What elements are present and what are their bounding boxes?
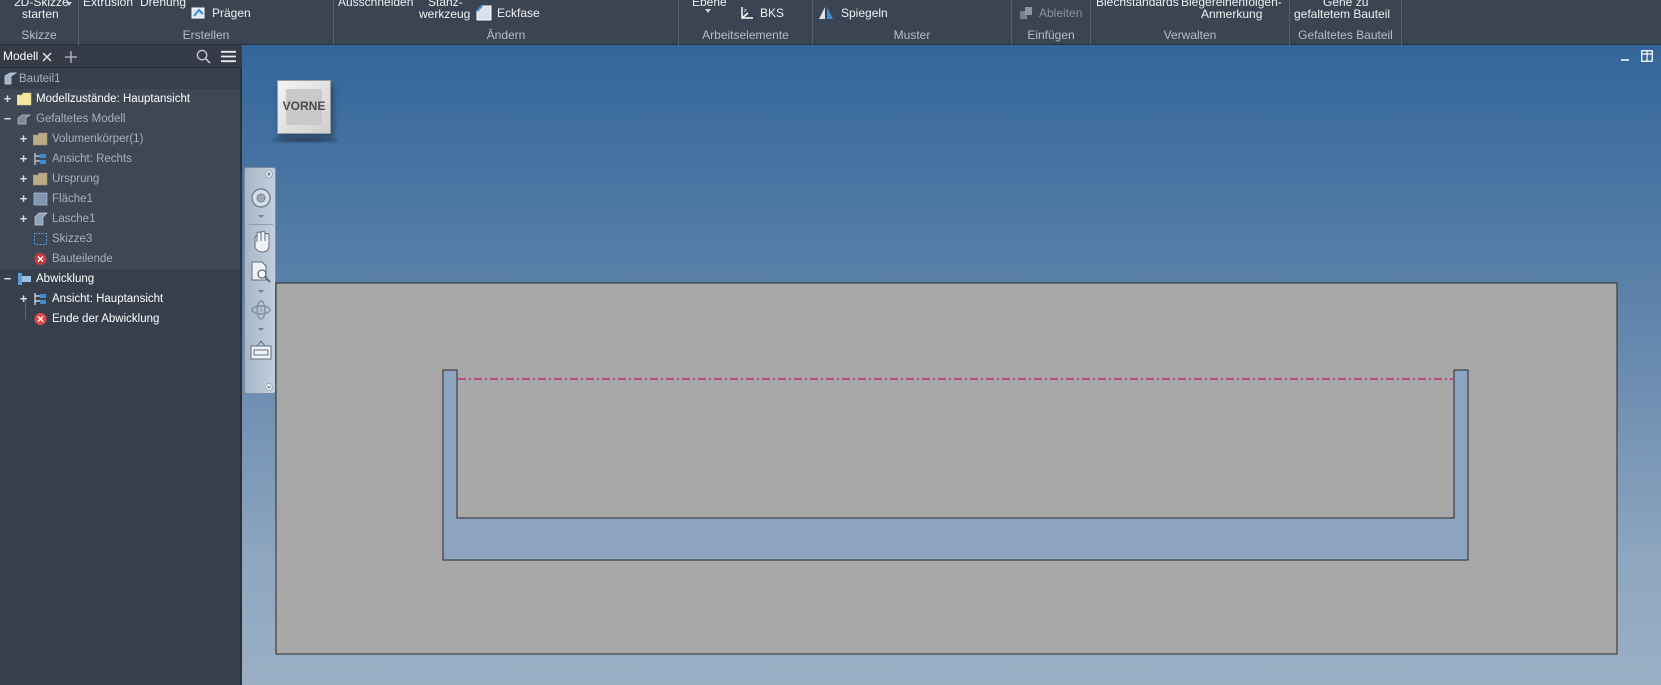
folded-model-icon [17, 114, 32, 125]
corner-chamfer-button[interactable]: Eckfase [497, 6, 540, 20]
face-feature-icon [33, 192, 48, 206]
tree-item-label: Volumenkörper(1) [52, 133, 144, 145]
folder-icon [17, 92, 32, 106]
search-icon[interactable] [196, 49, 211, 64]
tree-item-ansicht-hauptansicht[interactable]: + Ansicht: Hauptansicht [0, 289, 240, 309]
graphics-viewport[interactable]: VORNE [242, 45, 1661, 685]
panel-title-einfuegen: Einfügen [1027, 28, 1075, 42]
tree-item-lasche1[interactable]: + Lasche1 [0, 209, 240, 229]
expand-icon[interactable]: + [18, 152, 29, 165]
tree-item-ende-der-abwicklung[interactable]: Ende der Abwicklung [0, 309, 240, 329]
flat-pattern-canvas [275, 282, 1618, 655]
derive-button[interactable]: Ableiten [1039, 6, 1082, 20]
folder-icon [33, 132, 48, 146]
expand-icon[interactable]: + [18, 192, 29, 205]
tree-item-flaeche1[interactable]: + Fläche1 [0, 189, 240, 209]
tree-item-label: Ende der Abwicklung [52, 313, 160, 325]
revolve-button[interactable]: Drehung [140, 0, 186, 9]
cut-button[interactable]: Ausschneiden [338, 0, 413, 9]
tree-item-label: Skizze3 [52, 233, 93, 245]
work-plane-button[interactable]: Ebene [692, 0, 727, 9]
tree-item-label: Modellzustände: Hauptansicht [36, 93, 191, 105]
expand-icon[interactable]: + [18, 212, 29, 225]
sheet-metal-defaults-button[interactable]: Blechstandards [1096, 0, 1179, 9]
extrusion-button[interactable]: Extrusion [83, 0, 133, 9]
end-of-part-icon [34, 253, 47, 265]
add-tab-icon[interactable] [65, 51, 77, 63]
tree-item-label: Ansicht: Rechts [52, 153, 132, 165]
expand-icon[interactable]: + [2, 92, 13, 105]
tree-item-bauteil1[interactable]: Bauteil1 [0, 69, 240, 89]
tree-item-label: Fläche1 [52, 193, 93, 205]
panel-arbeitselemente: Ebene z BKS Arbeitselemente [679, 0, 813, 45]
start-2d-sketch-button-line2[interactable]: starten [22, 7, 59, 21]
sheet-boundary [275, 282, 1618, 655]
bend-order-annotation-button-line2[interactable]: Anmerkung [1201, 7, 1262, 21]
panel-verwalten: Blechstandards Biegereihenfolgen- Anmerk… [1091, 0, 1290, 45]
part-icon [4, 72, 18, 85]
emboss-button[interactable]: Prägen [212, 6, 251, 20]
panel-title-verwalten: Verwalten [1163, 28, 1217, 42]
tree-item-label: Ansicht: Hauptansicht [52, 293, 164, 305]
panel-title-gefaltetes-bauteil: Gefaltetes Bauteil [1298, 28, 1393, 42]
chevron-down-icon[interactable] [66, 2, 72, 6]
collapse-icon[interactable]: − [2, 272, 13, 285]
panel-muster: Spiegeln Muster [813, 0, 1012, 45]
svg-text:z: z [744, 8, 747, 14]
tree-item-abwicklung[interactable]: − Abwicklung [0, 269, 240, 289]
tree-item-ansicht-rechts[interactable]: + Ansicht: Rechts [0, 149, 240, 169]
tree-connector [25, 299, 26, 319]
ucs-icon[interactable]: z [739, 5, 755, 21]
view-rep-icon [34, 153, 46, 165]
tree-item-label: Ursprung [52, 173, 100, 185]
chevron-down-icon[interactable] [705, 9, 711, 13]
panel-gefaltetes-bauteil: Gehe zu gefaltetem Bauteil Gefaltetes Ba… [1290, 0, 1402, 45]
tree-item-skizze3[interactable]: Skizze3 [0, 229, 240, 249]
panel-title-aendern: Ändern [486, 28, 526, 42]
flange-feature-icon [34, 212, 48, 226]
tree-item-ursprung[interactable]: + Ursprung [0, 169, 240, 189]
flat-pattern-icon [18, 273, 31, 285]
tree-item-modellzustaende[interactable]: + Modellzustände: Hauptansicht [0, 89, 240, 109]
tab-modell[interactable]: Modell [3, 49, 38, 63]
tree-item-label: Bauteilende [52, 253, 113, 265]
panel-title-skizze: Skizze [21, 28, 57, 42]
panel-title-arbeitselemente: Arbeitselemente [702, 28, 789, 42]
view-rep-icon [34, 293, 46, 305]
panel-skizze: 2D-Skizze starten Skizze [0, 0, 79, 45]
panel-title-muster: Muster [893, 28, 931, 42]
panel-aendern: Ausschneiden Stanz- werkzeug Eckfase Änd… [334, 0, 679, 45]
tree-item-label: Gefaltetes Modell [36, 113, 126, 125]
corner-chamfer-icon[interactable] [476, 5, 492, 21]
browser-tab-bar: Modell [0, 45, 242, 68]
expand-icon[interactable]: + [18, 132, 29, 145]
end-of-flat-pattern-icon [34, 313, 47, 325]
punch-tool-button-line2[interactable]: werkzeug [419, 7, 470, 21]
sketch-icon [34, 233, 47, 245]
hamburger-menu-icon[interactable] [221, 50, 236, 63]
close-icon[interactable] [42, 52, 52, 62]
panel-erstellen: Extrusion Drehung Prägen Erstellen [79, 0, 334, 45]
panel-title-erstellen: Erstellen [182, 28, 230, 42]
mirror-icon[interactable] [818, 5, 834, 21]
tree-item-label: Bauteil1 [19, 73, 61, 85]
tree-item-label: Abwicklung [36, 273, 95, 285]
tree-item-bauteilende[interactable]: Bauteilende [0, 249, 240, 269]
tree-item-gefaltetes-modell[interactable]: − Gefaltetes Modell [0, 109, 240, 129]
tree-item-label: Lasche1 [52, 213, 96, 225]
tree-item-volumenkoerper[interactable]: + Volumenkörper(1) [0, 129, 240, 149]
emboss-icon[interactable] [191, 5, 207, 21]
mirror-button[interactable]: Spiegeln [841, 6, 888, 20]
expand-icon[interactable]: + [18, 172, 29, 185]
collapse-icon[interactable]: − [2, 112, 13, 125]
derive-icon[interactable] [1018, 5, 1034, 21]
go-to-folded-part-button-line2[interactable]: gefaltetem Bauteil [1294, 7, 1390, 21]
expand-icon[interactable]: + [18, 292, 29, 305]
panel-einfuegen: Ableiten Einfügen [1012, 0, 1091, 45]
ribbon: 2D-Skizze starten Skizze Extrusion Drehu… [0, 0, 1661, 45]
ucs-button[interactable]: BKS [760, 6, 784, 20]
model-browser: Modell Bauteil1 + Modellzustände: Haupta… [0, 45, 242, 685]
folder-icon [33, 172, 48, 186]
